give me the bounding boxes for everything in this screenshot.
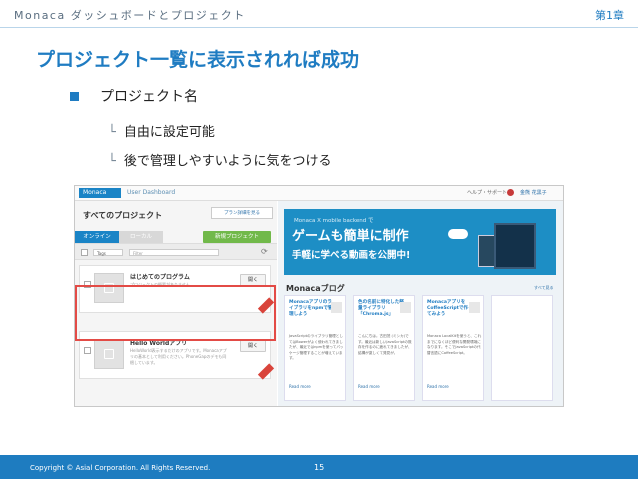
post-excerpt: JavaScriptのライブラリ管理としてはBowerがよく使われてきましたが、… [289,334,344,360]
post-title[interactable]: Monacaアプリのライブラリをnpmで管理しよう [289,300,335,318]
corner-arrow-icon: └ [108,154,116,169]
dashboard-screenshot: Monaca User Dashboard ヘルプ・サポート 金熊 花黒子 すべ… [74,185,564,407]
blog-title: Monacaブログ [286,284,345,293]
project-name: はじめてのプログラム [130,274,190,281]
copyright: Copyright © Asial Corporation. All Right… [30,464,211,472]
post-excerpt: こんにちは。古田茂 (ミシカ)です。最近は新しいJavaScriptの既存を作る… [358,334,412,355]
plan-details-button[interactable]: プラン詳細を見る [211,207,273,219]
gamepad-icon [448,229,468,239]
select-all-checkbox[interactable] [81,249,88,256]
post-thumbnail [469,302,480,313]
bullet-square-icon [70,92,79,101]
tablet-image [494,223,536,269]
new-project-button[interactable]: 新規プロジェクト [203,231,271,243]
new-ribbon [257,363,275,380]
sub-bullet-manageable: └ 後で管理しやすいように気をつける [108,154,332,169]
sub-bullet-free-setting: └ 自由に設定可能 [108,125,215,140]
user-name-link[interactable]: 金熊 花黒子 [520,188,547,198]
bullet-project-name: プロジェクト名 [100,89,198,105]
blog-post-card[interactable]: Monacaアプリのライブラリをnpmで管理しよう JavaScriptのライブ… [284,295,346,401]
highlight-box [75,285,276,341]
corner-arrow-icon: └ [108,125,116,140]
monaca-logo[interactable]: Monaca [79,188,121,198]
app-topbar: Monaca User Dashboard ヘルプ・サポート 金熊 花黒子 [75,186,563,201]
help-support-link[interactable]: ヘルプ・サポート [467,188,507,198]
refresh-icon[interactable]: ⟳ [261,247,268,256]
filter-input[interactable]: Filter [129,249,219,256]
breadcrumb: User Dashboard [127,189,176,196]
tab-local[interactable]: ローカル [119,231,163,243]
slide-header-title: Monaca ダッシュボードとプロジェクト [14,9,246,22]
news-panel: Monaca X mobile backend で ゲームも簡単に制作 手軽に学… [278,201,563,406]
page-number: 15 [314,463,325,472]
header-divider [0,27,638,28]
open-project-button[interactable]: 開く [240,340,266,352]
blog-see-all-link[interactable]: すべて見る [534,285,554,291]
tab-online[interactable]: オンライン [75,231,119,243]
tags-dropdown[interactable]: Tags [93,249,123,256]
banner-text: 手軽に学べる動画を公開中! [292,250,411,261]
promo-banner[interactable]: Monaca X mobile backend で ゲームも簡単に制作 手軽に学… [284,209,556,275]
post-title[interactable]: MonacaアプリをCoffeeScriptで作ってみよう [427,300,473,318]
project-checkbox[interactable] [84,347,91,354]
post-thumbnail [331,302,342,313]
filter-bar: Tags Filter ⟳ [75,243,277,260]
blog-post-card[interactable] [491,295,553,401]
project-description: HelloWorld表示するだけのアプリです。Monacaアプリの基本として利用… [130,348,227,365]
read-more-link[interactable]: Read more [427,384,449,389]
post-excerpt: Monaca LocalKitを使うと、これまでになくほど便利な開発環境になりま… [427,334,482,355]
project-thumbnail [94,339,124,369]
blog-post-card[interactable]: 色の名前に特化した軽量ライブラリ「Chroma.js」 こんにちは。古田茂 (ミ… [353,295,415,401]
project-list-title: すべてのプロジェクト [83,211,163,220]
blog-post-card[interactable]: MonacaアプリをCoffeeScriptで作ってみよう Monaca Loc… [422,295,484,401]
post-thumbnail [400,302,411,313]
read-more-link[interactable]: Read more [289,384,311,389]
slide-title: プロジェクト一覧に表示されれば成功 [36,49,360,71]
read-more-link[interactable]: Read more [358,384,380,389]
post-title[interactable]: 色の名前に特化した軽量ライブラリ「Chroma.js」 [358,300,404,318]
banner-title: ゲームも簡単に制作 [292,229,409,244]
notification-icon[interactable] [507,189,514,196]
chapter-label: 第1章 [595,9,624,22]
banner-subtitle: Monaca X mobile backend で [294,218,374,224]
